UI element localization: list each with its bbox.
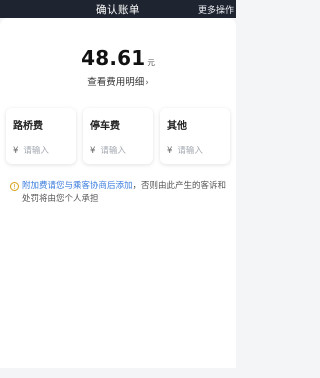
extra-fees: 路桥费 ¥ 停车费 ¥ 其他 ¥: [0, 108, 236, 164]
chevron-right-icon: ›: [145, 78, 149, 88]
view-fee-details-link[interactable]: 查看费用明细›: [0, 74, 236, 88]
surcharge-notice: ! 附加费请您与乘客协商后添加，否则由此产生的客诉和处罚将由您个人承担: [0, 180, 236, 206]
fee-label: 其他: [167, 121, 187, 132]
fee-field: ¥: [90, 146, 146, 156]
fee-parking: 停车费 ¥: [83, 108, 153, 164]
fee-field: ¥: [13, 146, 69, 156]
fee-field: ¥: [167, 146, 223, 156]
fee-label: 停车费: [90, 121, 120, 132]
fee-toll: 路桥费 ¥: [6, 108, 76, 164]
toll-fee-input[interactable]: [23, 146, 64, 156]
other-fee-input[interactable]: [177, 146, 218, 156]
fare-summary: 48.61 元: [0, 18, 236, 70]
view-fee-details-label: 查看费用明细: [87, 77, 145, 88]
bill-card: 48.61元 查看费用明细› 路桥费 ¥ 停车费 ¥ 其他 ¥: [0, 18, 236, 368]
notice-text: 附加费请您与乘客协商后添加，否则由此产生的客诉和处罚将由您个人承担: [22, 180, 228, 206]
yen-icon: ¥: [90, 146, 96, 156]
top-bar: 确认账单 更多操作: [0, 0, 236, 18]
yen-icon: ¥: [13, 146, 19, 156]
fee-other: 其他 ¥: [160, 108, 230, 164]
fee-label: 路桥费: [13, 121, 43, 132]
fare-unit: 元: [147, 58, 155, 67]
more-actions-button[interactable]: 更多操作: [198, 3, 234, 16]
fare-amount: 48.61: [81, 46, 146, 70]
yen-icon: ¥: [167, 146, 173, 156]
parking-fee-input[interactable]: [100, 146, 141, 156]
info-icon: !: [10, 182, 19, 191]
notice-highlight: 附加费请您与乘客协商后添加: [22, 181, 133, 191]
